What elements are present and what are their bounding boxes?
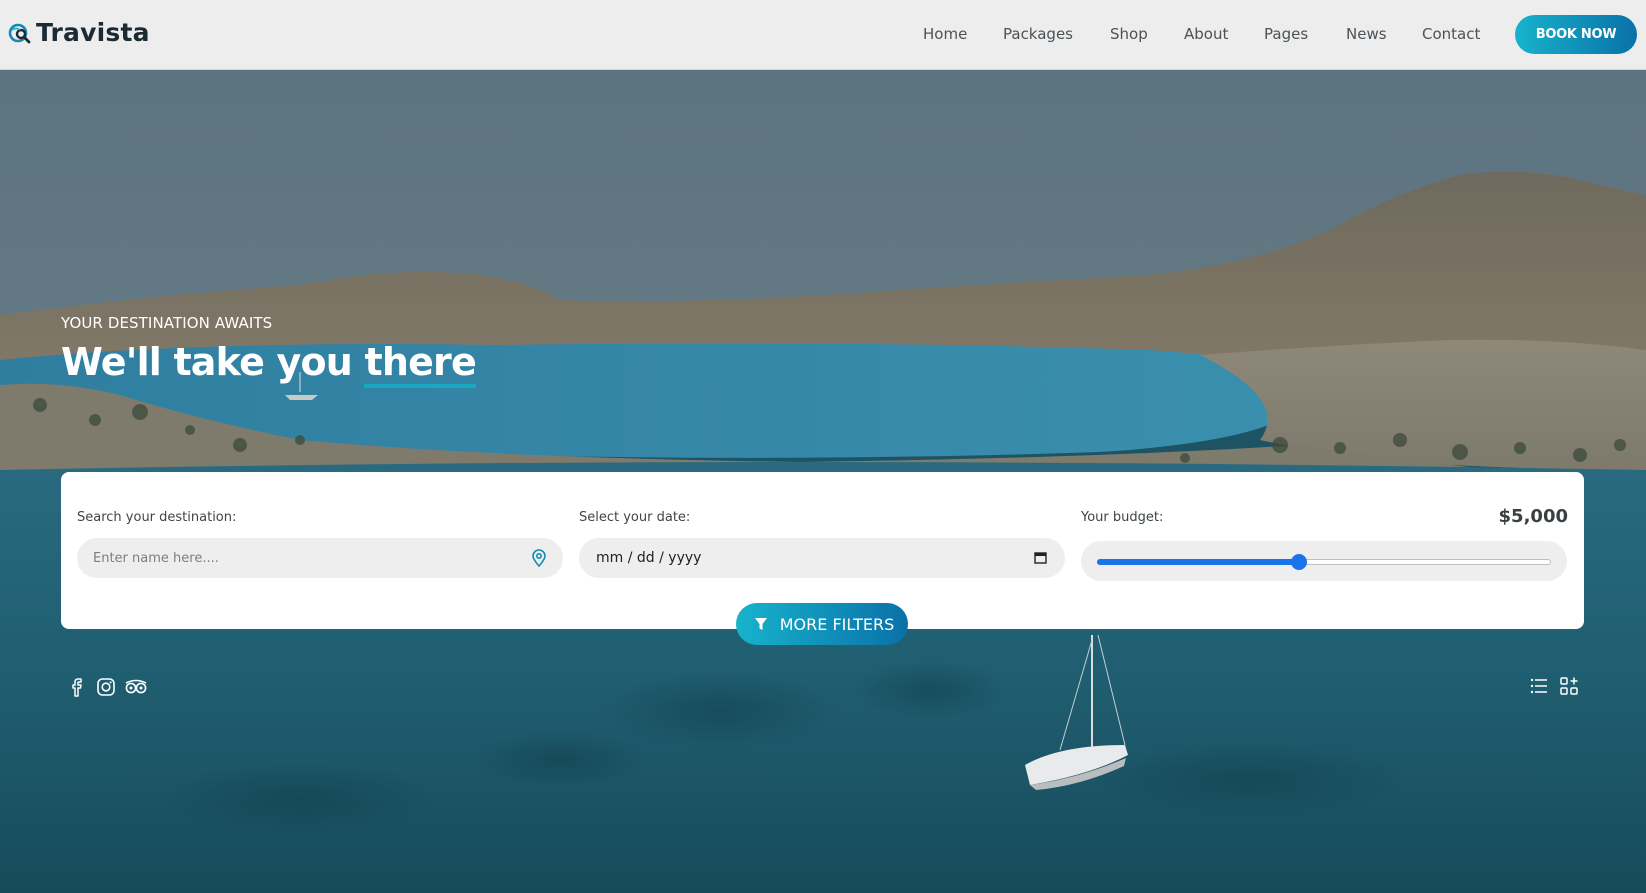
budget-slider[interactable] (1081, 541, 1567, 581)
travista-logo-icon (8, 23, 31, 43)
list-view-icon[interactable] (1529, 676, 1549, 696)
brand-name: Travista (36, 18, 150, 47)
date-label: Select your date: (579, 510, 691, 525)
nav-contact[interactable]: Contact (1422, 25, 1480, 43)
book-now-button[interactable]: BOOK NOW (1515, 15, 1637, 54)
hero-headline: We'll take you there (61, 340, 477, 384)
destination-field[interactable] (77, 538, 563, 578)
slider-fill (1097, 559, 1300, 565)
brand-logo[interactable]: Travista (8, 18, 150, 47)
nav-pages[interactable]: Pages (1264, 25, 1308, 43)
nav-home[interactable]: Home (923, 25, 967, 43)
budget-value: $5,000 (1498, 506, 1568, 527)
slider-thumb[interactable] (1291, 554, 1308, 570)
hero-headline-start: We'll take you (61, 340, 365, 384)
destination-label: Search your destination: (77, 510, 237, 525)
nav-about[interactable]: About (1184, 25, 1228, 43)
location-pin-icon (532, 549, 546, 567)
facebook-icon[interactable] (66, 676, 88, 698)
hero-headline-highlight: there (364, 340, 476, 384)
hero-eyebrow: YOUR DESTINATION AWAITS (61, 314, 273, 332)
calendar-icon[interactable] (1034, 551, 1047, 564)
more-filters-label: MORE FILTERS (779, 614, 895, 634)
nav-packages[interactable]: Packages (1003, 25, 1073, 43)
date-value: mm / dd / yyyy (596, 550, 702, 566)
date-field[interactable]: mm / dd / yyyy (579, 538, 1065, 578)
tripadvisor-icon[interactable] (124, 676, 148, 698)
destination-input[interactable] (77, 538, 563, 578)
grid-view-icon[interactable] (1559, 676, 1579, 696)
more-filters-button[interactable]: MORE FILTERS (736, 603, 908, 645)
filter-funnel-icon (754, 618, 767, 630)
nav-shop[interactable]: Shop (1110, 25, 1148, 43)
nav-news[interactable]: News (1346, 25, 1387, 43)
budget-label: Your budget: (1081, 510, 1164, 525)
instagram-icon[interactable] (95, 676, 117, 698)
site-header: Travista Home Packages Shop About Pages … (0, 0, 1646, 70)
